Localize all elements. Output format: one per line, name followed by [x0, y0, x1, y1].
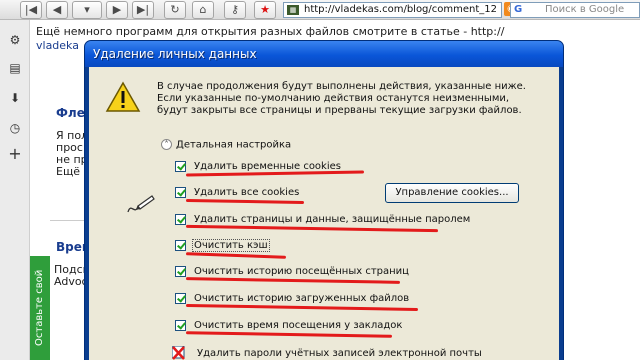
detail-settings-toggle[interactable]: ˄ Детальная настройка	[161, 139, 291, 151]
option-label: Удалить все cookies	[194, 187, 300, 198]
download-icon[interactable]: ⬇	[7, 90, 23, 106]
home-icon[interactable]: ⌂	[192, 1, 214, 19]
speed-dial-icon[interactable]: ★	[254, 1, 276, 19]
checkbox[interactable]	[175, 161, 186, 172]
search-input[interactable]: G Поиск в Google	[510, 2, 640, 18]
option-clear-cache[interactable]: Очистить кэш	[175, 239, 270, 252]
option-delete-password-pages[interactable]: Удалить страницы и данные, защищённые па…	[175, 213, 472, 226]
option-clear-download-history[interactable]: Очистить историю загруженных файлов	[175, 292, 411, 305]
option-delete-mail-passwords[interactable]: Удалить пароли учётных записей электронн…	[195, 347, 484, 360]
option-delete-all-cookies[interactable]: Удалить все cookies	[175, 186, 301, 199]
back-icon[interactable]: ◀	[46, 1, 68, 19]
reload-icon[interactable]: ↻	[164, 1, 186, 19]
option-label: Очистить кэш	[192, 239, 270, 252]
pen-cursor-icon	[127, 195, 155, 213]
page-link-fragment[interactable]: vladeka	[36, 40, 79, 52]
option-label: Удалить страницы и данные, защищённые па…	[194, 214, 471, 225]
address-text: http://vladekas.com/blog/comment_12	[304, 4, 498, 15]
chevron-up-icon: ˄	[161, 139, 172, 150]
option-label: Удалить пароли учётных записей электронн…	[197, 348, 482, 359]
checkbox[interactable]	[175, 214, 186, 225]
feedback-tab[interactable]: Оставьте свой отзыв	[30, 256, 65, 360]
address-bar[interactable]: ▦ http://vladekas.com/blog/comment_12	[283, 2, 502, 18]
last-page-icon[interactable]: ▶|	[132, 1, 154, 19]
checkbox[interactable]	[175, 320, 186, 331]
option-clear-bookmark-visit-time[interactable]: Очистить время посещения у закладок	[175, 319, 404, 332]
section-label: Детальная настройка	[176, 139, 292, 151]
browser-toolbar: |◀ ◀ ▾ ▶ ▶| ↻ ⌂ ⚷ ★ ▦ http://vladekas.co…	[0, 0, 640, 20]
warning-icon	[105, 81, 141, 112]
checkbox[interactable]	[175, 266, 186, 277]
option-label: Очистить историю загруженных файлов	[194, 293, 410, 304]
search-placeholder: Поиск в Google	[545, 4, 625, 15]
dialog-body: В случае продолжения будут выполнены дей…	[89, 67, 559, 360]
history-dropdown-icon[interactable]: ▾	[72, 1, 102, 19]
site-favicon-icon: ▦	[287, 5, 299, 15]
checkbox[interactable]	[175, 293, 186, 304]
forward-icon[interactable]: ▶	[106, 1, 128, 19]
history-clock-icon[interactable]: ◷	[7, 120, 23, 136]
browser-sidebar: ⚙ ▤ ⬇ ◷ +	[0, 20, 30, 360]
google-search-icon: G	[514, 4, 523, 15]
dialog-title: Удаление личных данных	[85, 41, 563, 67]
clear-private-data-dialog: Удаление личных данных В случае продолже…	[84, 40, 564, 360]
notes-icon[interactable]: ▤	[7, 60, 23, 76]
add-panel-icon[interactable]: +	[7, 146, 23, 162]
option-label: Очистить время посещения у закладок	[194, 320, 403, 331]
page-text-line: Ещё немного программ для открытия разных…	[36, 25, 505, 38]
first-page-icon[interactable]: |◀	[20, 1, 42, 19]
checkbox[interactable]	[175, 240, 186, 251]
key-icon[interactable]: ⚷	[224, 1, 246, 19]
option-label: Очистить историю посещённых страниц	[194, 266, 409, 277]
dialog-description: В случае продолжения будут выполнены дей…	[157, 81, 526, 116]
option-clear-visited-history[interactable]: Очистить историю посещённых страниц	[175, 265, 411, 278]
manage-cookies-button[interactable]: Управление cookies...	[385, 183, 519, 203]
red-cross-mark-icon	[172, 346, 185, 360]
gear-icon[interactable]: ⚙	[7, 32, 23, 48]
checkbox[interactable]	[175, 187, 186, 198]
